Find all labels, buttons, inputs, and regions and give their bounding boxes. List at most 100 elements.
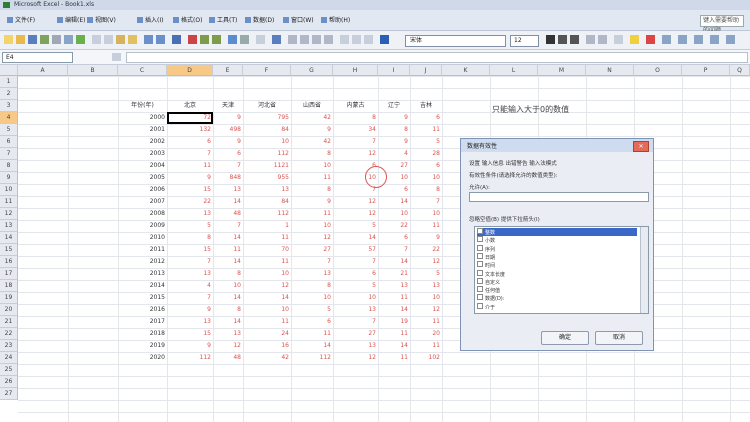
value-cell[interactable]: 8 xyxy=(291,148,333,160)
row-header[interactable]: 7 xyxy=(0,148,18,160)
column-header-k[interactable]: K xyxy=(442,65,490,76)
value-cell[interactable]: 10 xyxy=(291,220,333,232)
list-item[interactable]: 介于 xyxy=(477,302,637,311)
close-icon[interactable]: ✕ xyxy=(633,141,649,152)
row-header[interactable]: 4 xyxy=(0,112,18,124)
menu-window[interactable]: 窗口(W) xyxy=(280,15,317,26)
value-cell[interactable]: 7 xyxy=(378,244,410,256)
value-cell[interactable]: 10 xyxy=(291,160,333,172)
value-cell[interactable]: 955 xyxy=(243,172,291,184)
chart-wizard-icon[interactable] xyxy=(228,35,237,44)
menu-insert[interactable]: 插入(I) xyxy=(134,15,166,26)
value-cell[interactable]: 42 xyxy=(291,112,333,124)
value-cell[interactable]: 12 xyxy=(333,352,378,364)
value-cell[interactable]: 10 xyxy=(378,208,410,220)
open-icon[interactable] xyxy=(16,35,25,44)
font-name-select[interactable]: 宋体 xyxy=(405,35,506,47)
hyperlink-icon[interactable] xyxy=(172,35,181,44)
formula-input[interactable] xyxy=(126,52,748,63)
value-cell[interactable]: 10 xyxy=(213,280,243,292)
fill-color-icon[interactable] xyxy=(630,35,639,44)
column-header-o[interactable]: O xyxy=(634,65,682,76)
value-cell[interactable]: 15 xyxy=(167,244,213,256)
value-cell[interactable]: 10 xyxy=(291,292,333,304)
column-header-f[interactable]: F xyxy=(243,65,291,76)
value-cell[interactable]: 13 xyxy=(213,328,243,340)
value-cell[interactable]: 11 xyxy=(291,328,333,340)
spelling-icon[interactable] xyxy=(76,35,85,44)
value-cell[interactable]: 7 xyxy=(333,136,378,148)
value-cell[interactable]: 5 xyxy=(167,220,213,232)
active-cell[interactable] xyxy=(167,112,213,124)
sort-desc-icon[interactable] xyxy=(212,35,221,44)
merge-center-icon[interactable] xyxy=(324,35,333,44)
value-cell[interactable]: 14 xyxy=(291,340,333,352)
value-cell[interactable]: 13 xyxy=(378,280,410,292)
insert-function-icon[interactable] xyxy=(112,53,121,61)
column-header-q[interactable]: Q xyxy=(730,65,750,76)
year-cell[interactable]: 2015 xyxy=(118,292,167,304)
value-cell[interactable]: 11 xyxy=(291,208,333,220)
value-cell[interactable]: 7 xyxy=(333,316,378,328)
table-header[interactable]: 北京 xyxy=(167,100,213,112)
font-size-select[interactable]: 12 xyxy=(510,35,539,47)
value-cell[interactable]: 6 xyxy=(378,232,410,244)
indent-decrease-icon[interactable] xyxy=(586,35,595,44)
cancel-button[interactable]: 取消 xyxy=(595,331,643,345)
row-header[interactable]: 11 xyxy=(0,196,18,208)
paste-icon[interactable] xyxy=(116,35,125,44)
value-cell[interactable]: 6 xyxy=(291,316,333,328)
redo-icon[interactable] xyxy=(156,35,165,44)
value-cell[interactable]: 5 xyxy=(291,304,333,316)
value-cell[interactable]: 7 xyxy=(167,148,213,160)
column-header-g[interactable]: G xyxy=(291,65,333,76)
value-cell[interactable]: 12 xyxy=(291,232,333,244)
permission-icon[interactable] xyxy=(40,35,49,44)
value-cell[interactable]: 13 xyxy=(333,304,378,316)
year-cell[interactable]: 2020 xyxy=(118,352,167,364)
value-cell[interactable]: 10 xyxy=(243,304,291,316)
name-box[interactable]: E4 xyxy=(2,52,73,63)
column-header-n[interactable]: N xyxy=(586,65,634,76)
list-item[interactable]: 任何值 xyxy=(477,286,637,294)
value-cell[interactable]: 22 xyxy=(410,244,442,256)
value-cell[interactable]: 5 xyxy=(410,268,442,280)
row-header[interactable]: 20 xyxy=(0,304,18,316)
align-center-icon[interactable] xyxy=(300,35,309,44)
column-header-e[interactable]: E xyxy=(213,65,243,76)
value-cell[interactable]: 11 xyxy=(291,172,333,184)
year-cell[interactable]: 2009 xyxy=(118,220,167,232)
value-cell[interactable]: 12 xyxy=(213,340,243,352)
indent-increase-icon[interactable] xyxy=(598,35,607,44)
table-header[interactable]: 吉林 xyxy=(410,100,442,112)
value-cell[interactable]: 22 xyxy=(167,196,213,208)
table-header[interactable]: 辽宁 xyxy=(378,100,410,112)
value-cell[interactable]: 12 xyxy=(243,280,291,292)
allow-select[interactable] xyxy=(469,192,649,202)
value-cell[interactable]: 7 xyxy=(167,292,213,304)
value-cell[interactable]: 14 xyxy=(213,256,243,268)
value-cell[interactable]: 4 xyxy=(378,148,410,160)
bold-icon[interactable] xyxy=(546,35,555,44)
column-header-a[interactable]: A xyxy=(18,65,68,76)
value-cell[interactable]: 14 xyxy=(333,232,378,244)
value-cell[interactable]: 6 xyxy=(410,160,442,172)
checkbox-icon[interactable] xyxy=(477,244,483,251)
value-cell[interactable]: 14 xyxy=(213,232,243,244)
value-cell[interactable]: 10 xyxy=(410,172,442,184)
row-header[interactable]: 19 xyxy=(0,292,18,304)
value-cell[interactable]: 42 xyxy=(291,136,333,148)
value-cell[interactable]: 10 xyxy=(333,292,378,304)
drawing-icon[interactable] xyxy=(240,35,249,44)
value-cell[interactable]: 13 xyxy=(291,268,333,280)
value-cell[interactable]: 12 xyxy=(333,196,378,208)
menu-format[interactable]: 格式(O) xyxy=(170,15,205,26)
align-right-icon[interactable] xyxy=(312,35,321,44)
value-cell[interactable]: 14 xyxy=(378,256,410,268)
checkbox-icon[interactable] xyxy=(477,269,483,276)
year-cell[interactable]: 2012 xyxy=(118,256,167,268)
checkbox-icon[interactable] xyxy=(477,277,483,284)
value-cell[interactable]: 13 xyxy=(167,268,213,280)
save-icon[interactable] xyxy=(28,35,37,44)
zoom-icon[interactable] xyxy=(256,35,265,44)
